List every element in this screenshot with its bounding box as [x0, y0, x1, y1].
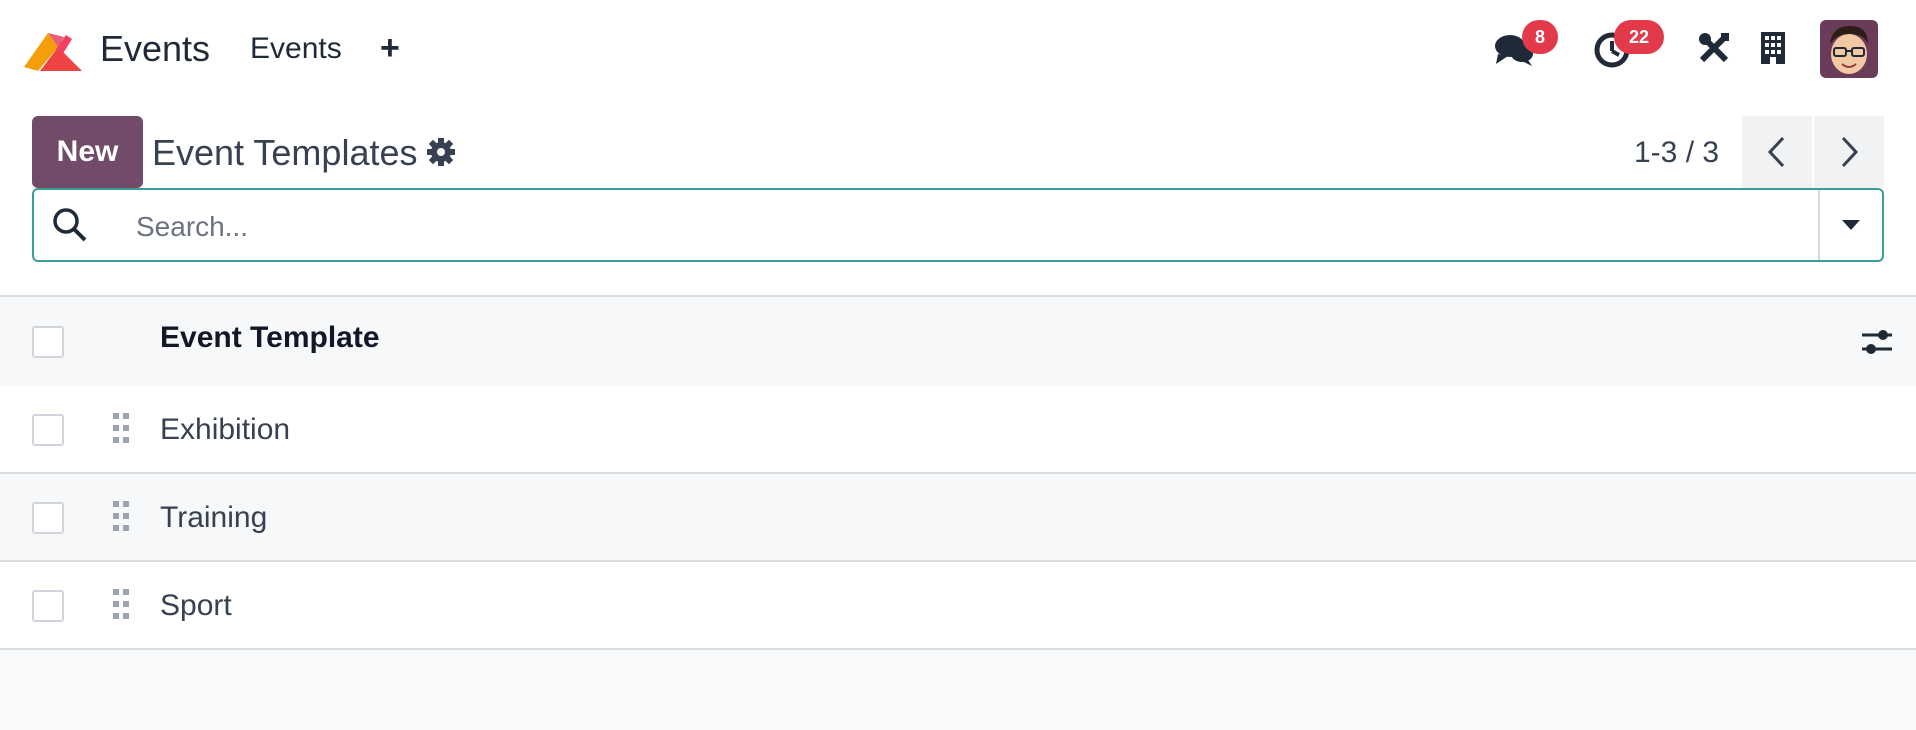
row-checkbox[interactable]	[32, 414, 64, 446]
optional-columns-icon[interactable]	[1860, 325, 1894, 359]
event-template-name: Training	[160, 501, 268, 534]
tools-icon	[1699, 33, 1729, 63]
top-navbar: Events Events + 8 22	[0, 0, 1916, 100]
debug-tools-button[interactable]	[1694, 28, 1734, 68]
search-bar[interactable]	[32, 188, 1884, 262]
drag-handle-icon[interactable]	[112, 412, 130, 444]
event-template-name: Exhibition	[160, 413, 291, 446]
pager-previous-button[interactable]	[1742, 116, 1812, 188]
table-row[interactable]: Exhibition	[0, 386, 1916, 474]
page-title: Event Templates	[152, 132, 418, 173]
chevron-left-icon	[1767, 136, 1785, 168]
activities-count-badge: 22	[1614, 20, 1664, 54]
pager-next-button[interactable]	[1814, 116, 1884, 188]
row-checkbox[interactable]	[32, 590, 64, 622]
app-title[interactable]: Events	[100, 28, 210, 70]
building-icon	[1761, 32, 1785, 64]
select-all-checkbox[interactable]	[32, 326, 64, 358]
event-template-name: Sport	[160, 589, 232, 622]
table-row[interactable]: Training	[0, 474, 1916, 562]
table-row[interactable]: Sport	[0, 562, 1916, 650]
search-icon	[53, 208, 87, 242]
table-header: Event Template	[0, 295, 1916, 388]
pager-value[interactable]: 1-3 / 3	[1634, 136, 1719, 170]
column-header-event-template[interactable]: Event Template	[160, 321, 380, 355]
new-button[interactable]: New	[32, 116, 143, 188]
caret-down-icon	[1842, 220, 1860, 230]
row-checkbox[interactable]	[32, 502, 64, 534]
gear-icon[interactable]	[426, 137, 456, 167]
search-options-toggle[interactable]	[1820, 190, 1882, 260]
user-avatar-button[interactable]	[1820, 20, 1878, 78]
company-switcher-button[interactable]	[1756, 28, 1790, 68]
avatar	[1820, 20, 1878, 78]
drag-handle-icon[interactable]	[112, 500, 130, 532]
messages-count-badge: 8	[1522, 20, 1558, 54]
drag-handle-icon[interactable]	[112, 588, 130, 620]
plus-icon[interactable]: +	[380, 28, 400, 68]
app-logo-icon[interactable]	[22, 27, 84, 71]
chevron-right-icon	[1841, 136, 1859, 168]
search-input[interactable]	[134, 208, 1788, 246]
menu-item-events[interactable]: Events	[250, 32, 342, 66]
